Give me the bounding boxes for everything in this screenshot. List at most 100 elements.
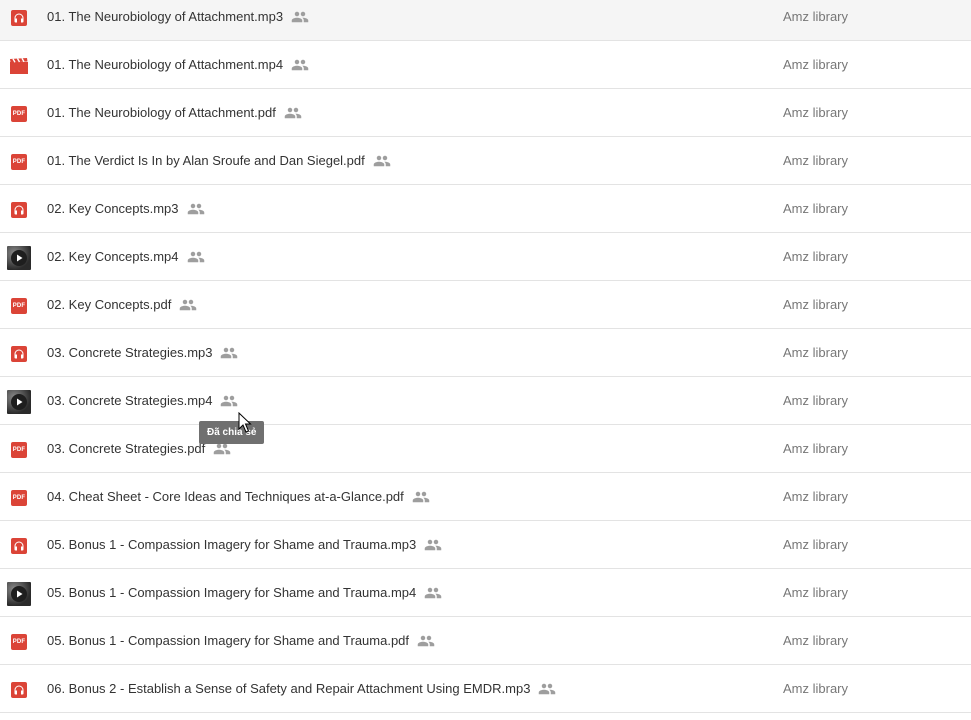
file-name[interactable]: 03. Concrete Strategies.mp4 [47,393,238,408]
shared-people-icon[interactable] [412,491,430,503]
file-owner: Amz library [783,345,849,360]
file-owner: Amz library [783,153,849,168]
shared-people-icon[interactable] [220,347,238,359]
file-name-text: 02. Key Concepts.mp4 [47,249,179,264]
file-owner: Amz library [783,441,849,456]
file-row[interactable]: 01. The Neurobiology of Attachment.mp4 Am… [0,41,971,89]
shared-people-icon[interactable] [187,203,205,215]
file-row[interactable]: PDF 03. Concrete Strategies.pdf Amz librar… [0,425,971,473]
file-list: 01. The Neurobiology of Attachment.mp3 Am… [0,0,971,713]
shared-people-icon[interactable] [417,635,435,647]
file-owner: Amz library [783,297,849,312]
shared-people-icon[interactable] [284,107,302,119]
file-name-text: 03. Concrete Strategies.mp3 [47,345,213,360]
file-name-text: 01. The Neurobiology of Attachment.pdf [47,105,276,120]
video-thumbnail-icon [7,390,31,414]
file-owner: Amz library [783,489,849,504]
file-row[interactable]: PDF 01. The Neurobiology of Attachment.pd… [0,89,971,137]
file-owner: Amz library [783,201,849,216]
file-name-text: 02. Key Concepts.pdf [47,297,172,312]
file-name[interactable]: 03. Concrete Strategies.mp3 [47,345,238,360]
file-name-text: 01. The Neurobiology of Attachment.mp3 [47,9,284,24]
shared-people-icon[interactable] [179,299,197,311]
pdf-file-icon: PDF [11,106,27,122]
shared-people-icon[interactable] [291,11,309,23]
play-icon [11,250,27,266]
shared-people-icon[interactable] [373,155,391,167]
audio-file-icon [11,202,27,218]
pdf-icon-label: PDF [12,639,26,645]
file-owner: Amz library [783,585,849,600]
file-row[interactable]: 05. Bonus 1 - Compassion Imagery for Sha… [0,569,971,617]
pdf-icon-label: PDF [12,447,26,453]
file-name-text: 03. Concrete Strategies.mp4 [47,393,213,408]
file-name-text: 02. Key Concepts.mp3 [47,201,179,216]
file-name[interactable]: 01. The Neurobiology of Attachment.mp4 [47,57,309,72]
shared-people-icon[interactable] [291,59,309,71]
play-icon [11,586,27,602]
shared-tooltip: Đã chia sẻ [199,421,265,444]
file-row[interactable]: 02. Key Concepts.mp4 Amz library [0,233,971,281]
file-name[interactable]: 05. Bonus 1 - Compassion Imagery for Sha… [47,633,435,648]
file-row[interactable]: 03. Concrete Strategies.mp4 Amz library [0,377,971,425]
file-name-text: 06. Bonus 2 - Establish a Sense of Safet… [47,681,531,696]
shared-people-icon[interactable] [538,683,556,695]
file-name[interactable]: 05. Bonus 1 - Compassion Imagery for Sha… [47,537,442,552]
pdf-icon-label: PDF [12,495,26,501]
file-owner: Amz library [783,633,849,648]
file-row[interactable]: PDF 05. Bonus 1 - Compassion Imagery for … [0,617,971,665]
file-owner: Amz library [783,249,849,264]
file-name[interactable]: 06. Bonus 2 - Establish a Sense of Safet… [47,681,556,696]
file-row[interactable]: 02. Key Concepts.mp3 Amz library [0,185,971,233]
pdf-file-icon: PDF [11,634,27,650]
video-file-icon [10,58,28,74]
file-row[interactable]: PDF 01. The Verdict Is In by Alan Sroufe … [0,137,971,185]
file-owner: Amz library [783,105,849,120]
play-icon [11,394,27,410]
file-row[interactable]: PDF 04. Cheat Sheet - Core Ideas and Tech… [0,473,971,521]
audio-file-icon [11,10,27,26]
pdf-file-icon: PDF [11,298,27,314]
file-row[interactable]: 01. The Neurobiology of Attachment.mp3 Am… [0,0,971,41]
file-owner: Amz library [783,537,849,552]
shared-people-icon[interactable] [187,251,205,263]
file-owner: Amz library [783,9,849,24]
file-row[interactable]: 05. Bonus 1 - Compassion Imagery for Sha… [0,521,971,569]
file-name-text: 04. Cheat Sheet - Core Ideas and Techniq… [47,489,404,504]
file-name[interactable]: 02. Key Concepts.pdf [47,297,197,312]
pdf-file-icon: PDF [11,442,27,458]
shared-people-icon[interactable] [220,395,238,407]
file-name-text: 01. The Verdict Is In by Alan Sroufe and… [47,153,365,168]
mouse-cursor-icon [238,412,252,433]
pdf-file-icon: PDF [11,154,27,170]
file-name[interactable]: 01. The Verdict Is In by Alan Sroufe and… [47,153,391,168]
file-row[interactable]: 03. Concrete Strategies.mp3 Amz library [0,329,971,377]
file-row[interactable]: 06. Bonus 2 - Establish a Sense of Safet… [0,665,971,713]
pdf-icon-label: PDF [12,159,26,165]
shared-people-icon[interactable] [424,587,442,599]
file-name-text: 05. Bonus 1 - Compassion Imagery for Sha… [47,537,417,552]
file-name[interactable]: 01. The Neurobiology of Attachment.mp3 [47,9,309,24]
pdf-file-icon: PDF [11,490,27,506]
file-name[interactable]: 01. The Neurobiology of Attachment.pdf [47,105,302,120]
pdf-icon-label: PDF [12,111,26,117]
file-name[interactable]: 02. Key Concepts.mp4 [47,249,205,264]
file-name-text: 01. The Neurobiology of Attachment.mp4 [47,57,284,72]
video-thumbnail-icon [7,582,31,606]
file-name[interactable]: 02. Key Concepts.mp3 [47,201,205,216]
file-name-text: 05. Bonus 1 - Compassion Imagery for Sha… [47,585,417,600]
file-name[interactable]: 04. Cheat Sheet - Core Ideas and Techniq… [47,489,430,504]
audio-file-icon [11,346,27,362]
file-name-text: 05. Bonus 1 - Compassion Imagery for Sha… [47,633,410,648]
shared-people-icon[interactable] [424,539,442,551]
file-owner: Amz library [783,681,849,696]
file-name-text: 03. Concrete Strategies.pdf [47,441,206,456]
file-owner: Amz library [783,393,849,408]
shared-people-icon[interactable] [213,443,231,455]
file-row[interactable]: PDF 02. Key Concepts.pdf Amz library [0,281,971,329]
video-thumbnail-icon [7,246,31,270]
file-owner: Amz library [783,57,849,72]
audio-file-icon [11,682,27,698]
pdf-icon-label: PDF [12,303,26,309]
file-name[interactable]: 05. Bonus 1 - Compassion Imagery for Sha… [47,585,442,600]
